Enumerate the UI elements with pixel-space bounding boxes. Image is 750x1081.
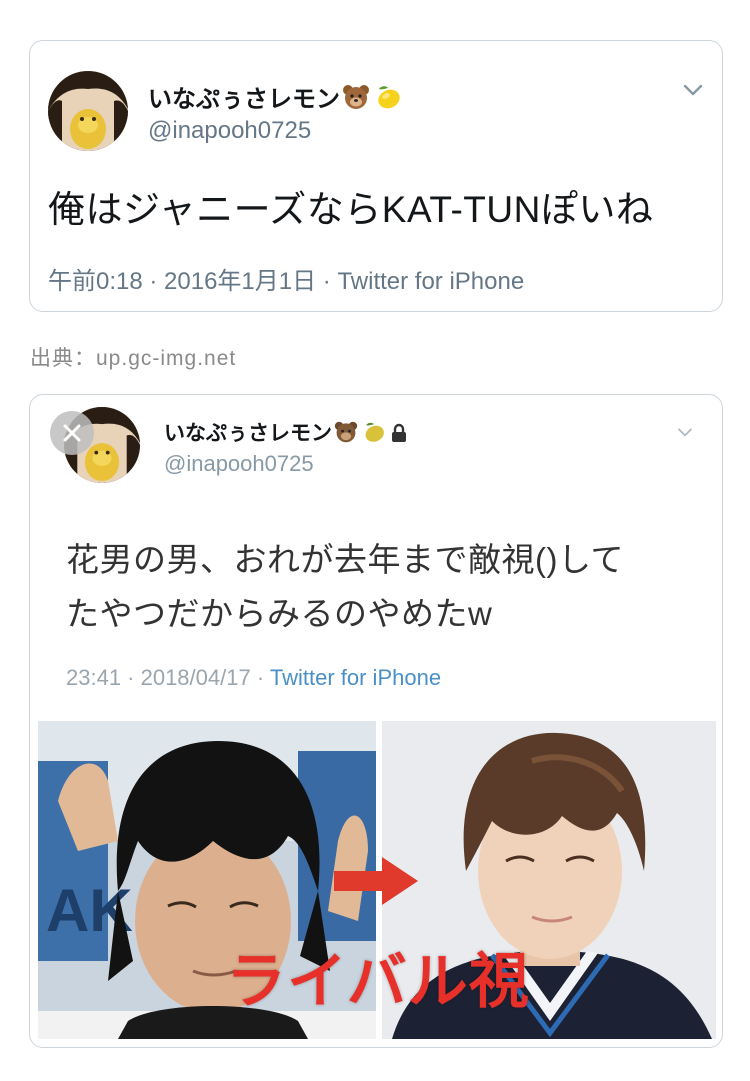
- lock-icon: [388, 422, 410, 450]
- close-icon: [63, 424, 81, 442]
- bear-face-icon: [342, 83, 370, 118]
- user-handle[interactable]: @inapooh0725: [148, 117, 311, 145]
- photo-caption: ライバル視: [226, 948, 530, 1015]
- display-name-text[interactable]: いなぷぅさレモン: [148, 86, 340, 113]
- tweet-text-line: 花男の男、おれが去年まで敵視()して: [66, 541, 624, 578]
- source-credit: 出典：up.gc-img.net: [30, 347, 237, 370]
- tweet-text: 俺はジャニーズならKAT-TUNぽいね: [48, 189, 654, 230]
- display-name: いなぷぅさレモン: [164, 417, 410, 450]
- lemon-icon: [372, 83, 402, 118]
- bear-face-icon: [334, 420, 358, 450]
- tweet-timestamp: 23:41 · 2018/04/17 ·: [66, 665, 270, 690]
- user-handle: @inapooh0725: [164, 451, 314, 476]
- tweet-source-link: Twitter for iPhone: [269, 665, 442, 690]
- display-name-text: いなぷぅさレモン: [164, 422, 332, 445]
- close-button: [50, 411, 94, 455]
- tweet-screenshot-card: いなぷぅさレモン @inapooh0725 花男の男、おれが去年まで敵視()して…: [29, 394, 723, 1048]
- lemon-icon: [360, 420, 386, 450]
- page: いなぷぅさレモン @inapooh0725 俺はジャニーズならKAT-TUNぽい…: [0, 0, 750, 1081]
- chevron-down-icon[interactable]: [680, 77, 706, 103]
- avatar-image: [48, 71, 128, 151]
- tweet-text-line: たやつだからみるのやめたw: [66, 595, 493, 632]
- display-name[interactable]: いなぷぅさレモン: [148, 79, 402, 118]
- tweet-meta: 23:41 · 2018/04/17 · Twitter for iPhone: [66, 665, 441, 691]
- right-arrow-icon: [334, 857, 418, 905]
- tweet-meta[interactable]: 午前0:18 · 2016年1月1日 · Twitter for iPhone: [48, 261, 524, 296]
- tweet-card[interactable]: いなぷぅさレモン @inapooh0725 俺はジャニーズならKAT-TUNぽい…: [29, 40, 723, 312]
- avatar[interactable]: [48, 71, 128, 151]
- chevron-down-icon: [678, 428, 692, 437]
